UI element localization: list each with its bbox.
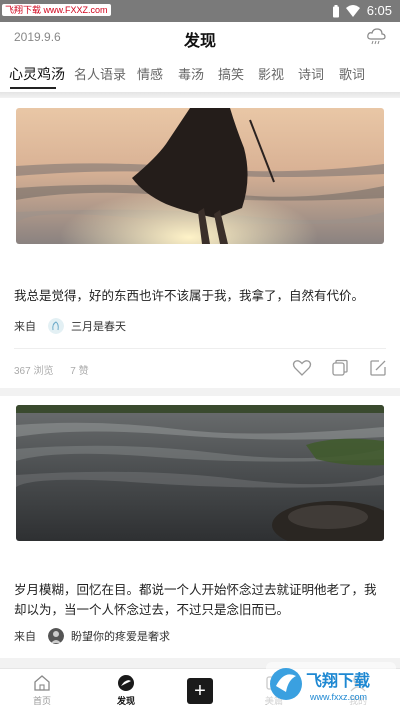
discover-icon	[118, 675, 134, 691]
post-source: 来自 盼望你的疼爱是奢求	[14, 628, 170, 644]
avatar[interactable]	[47, 318, 64, 334]
watermark-logo: 飞翔下载 www.fxxz.com	[266, 662, 396, 708]
divider	[14, 348, 386, 349]
tab-gaoxiao[interactable]: 搞笑	[218, 64, 244, 83]
copy-icon[interactable]	[330, 358, 350, 378]
from-label: 来自	[14, 630, 36, 643]
svg-text:飞翔下载: 飞翔下载	[306, 671, 370, 690]
heart-icon[interactable]	[292, 358, 312, 378]
status-bar: 飞翔下载 www.FXXZ.com 6:05	[0, 0, 400, 22]
author-name[interactable]: 三月是春天	[71, 320, 126, 333]
tab-mingren-yulu[interactable]: 名人语录	[74, 64, 126, 83]
from-label: 来自	[14, 320, 36, 333]
active-tab-indicator	[10, 87, 56, 89]
nav-discover[interactable]: 发现	[96, 673, 156, 707]
app-header: 2019.9.6 发现	[0, 22, 400, 54]
category-tabs: 心灵鸡汤 名人语录 情感 毒汤 搞笑 影视 诗词 歌词	[0, 54, 400, 92]
nav-home-label: 首页	[32, 697, 51, 707]
post-image-river-rocks[interactable]	[16, 405, 384, 541]
like-count: 7 赞	[70, 366, 89, 377]
svg-text:www.fxxz.com: www.fxxz.com	[309, 692, 367, 702]
watermark-text: 飞翔下载 www.FXXZ.com	[2, 4, 111, 16]
post-source: 来自 三月是春天	[14, 318, 126, 334]
post-stats: 367 浏览 7 赞	[14, 362, 103, 377]
home-icon	[34, 675, 50, 691]
post-card[interactable]: 岁月模糊，回忆在目。都说一个人开始怀念过去就证明他老了，我却以为，当一个人怀念过…	[0, 396, 400, 658]
tab-shici[interactable]: 诗词	[298, 64, 324, 83]
tab-geci[interactable]: 歌词	[339, 64, 365, 83]
page-title: 发现	[183, 31, 216, 50]
view-count: 367 浏览	[14, 366, 54, 377]
tab-qinggan[interactable]: 情感	[137, 64, 163, 83]
post-image-beach-sunset[interactable]	[16, 108, 384, 244]
nav-discover-label: 发现	[116, 697, 135, 707]
nav-home[interactable]: 首页	[12, 673, 72, 707]
author-name[interactable]: 盼望你的疼爱是奢求	[71, 630, 170, 643]
tab-xinling-jitang[interactable]: 心灵鸡汤	[9, 64, 65, 84]
avatar[interactable]	[47, 628, 64, 644]
add-post-button[interactable]: +	[187, 678, 213, 704]
weather-cloud-icon[interactable]	[366, 28, 386, 46]
tab-yingshi[interactable]: 影视	[258, 64, 284, 83]
clock: 6:05	[366, 3, 392, 18]
post-actions	[292, 358, 388, 378]
edit-icon[interactable]	[368, 358, 388, 378]
battery-icon	[333, 5, 339, 18]
wifi-icon	[346, 5, 360, 17]
post-quote[interactable]: 我总是觉得，好的东西也许不该属于我，我拿了，自然有代价。	[14, 286, 386, 306]
tab-dutang[interactable]: 毒汤	[178, 64, 204, 83]
post-quote[interactable]: 岁月模糊，回忆在目。都说一个人开始怀念过去就证明他老了，我却以为，当一个人怀念过…	[14, 580, 386, 620]
post-card[interactable]: 我总是觉得，好的东西也许不该属于我，我拿了，自然有代价。 来自 三月是春天 36…	[0, 98, 400, 388]
